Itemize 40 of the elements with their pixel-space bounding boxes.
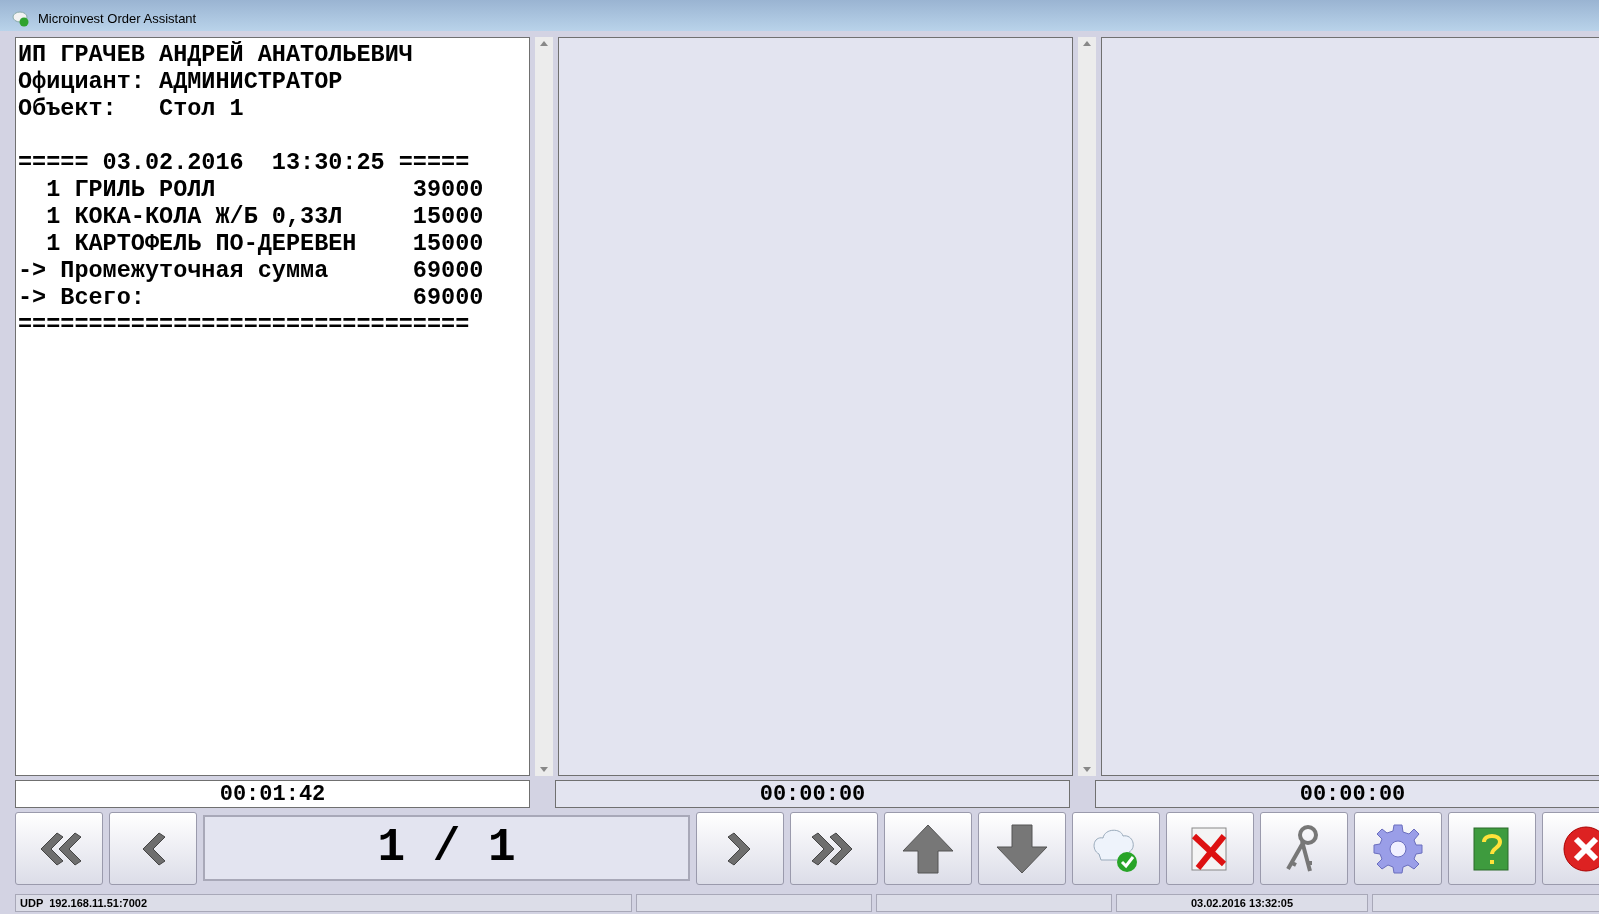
receipt-line: ================================ xyxy=(18,311,471,338)
scrollbar[interactable] xyxy=(535,37,553,776)
gear-icon xyxy=(1372,822,1424,875)
receipt-line: 1 КАРТОФЕЛЬ ПО-ДЕРЕВЕН 15000 xyxy=(45,230,485,257)
order-panel[interactable] xyxy=(15,37,530,776)
notepad-x-button[interactable] xyxy=(1166,812,1254,885)
notepad-question-button[interactable] xyxy=(1448,812,1536,885)
scroll-up-arrow-icon[interactable] xyxy=(1083,41,1091,46)
app-icon xyxy=(12,10,30,27)
keys-button[interactable] xyxy=(1260,812,1348,885)
left-chevron-button[interactable] xyxy=(109,812,197,885)
scroll-down-arrow-icon[interactable] xyxy=(540,767,548,772)
status-text: UDP 192.168.11.51:7002 xyxy=(20,895,147,911)
status-text: 03.02.2016 13:32:05 xyxy=(1190,895,1294,911)
close-icon xyxy=(1562,824,1599,873)
receipt-line: -> Промежуточная сумма 69000 xyxy=(18,257,485,284)
down-arrow-button[interactable] xyxy=(978,812,1066,885)
timer: 00:00:00 xyxy=(1095,780,1599,808)
receipt-line: 1 ГРИЛЬ РОЛЛ 39000 xyxy=(45,176,485,203)
up-arrow-icon xyxy=(901,822,955,875)
double-right-chevron-button[interactable] xyxy=(790,812,878,885)
receipt-line: Объект: Стол 1 xyxy=(18,95,245,122)
scroll-down-arrow-icon[interactable] xyxy=(1083,767,1091,772)
receipt-line: ===== 03.02.2016 13:30:25 ===== xyxy=(18,149,471,176)
page-indicator: 1 / 1 xyxy=(203,815,690,881)
down-arrow-icon xyxy=(995,822,1049,875)
right-chevron-button[interactable] xyxy=(696,812,784,885)
up-arrow-button[interactable] xyxy=(884,812,972,885)
timer: 00:00:00 xyxy=(555,780,1070,808)
chef-hat-check-button[interactable] xyxy=(1072,812,1160,885)
receipt-line: Официант: АДМИНИСТРАТОР xyxy=(18,68,344,95)
gear-button[interactable] xyxy=(1354,812,1442,885)
scroll-up-arrow-icon[interactable] xyxy=(540,41,548,46)
window-title: Microinvest Order Assistant xyxy=(38,9,197,28)
scrollbar[interactable] xyxy=(1078,37,1096,776)
receipt-line: -> Всего: 69000 xyxy=(18,284,485,311)
timer: 00:01:42 xyxy=(15,780,530,808)
receipt-line: 1 КОКА-КОЛА Ж/Б 0,33Л 15000 xyxy=(45,203,485,230)
receipt-line: ИП ГРАЧЕВ АНДРЕЙ АНАТОЛЬЕВИЧ xyxy=(18,41,414,68)
double-left-chevron-button[interactable] xyxy=(15,812,103,885)
